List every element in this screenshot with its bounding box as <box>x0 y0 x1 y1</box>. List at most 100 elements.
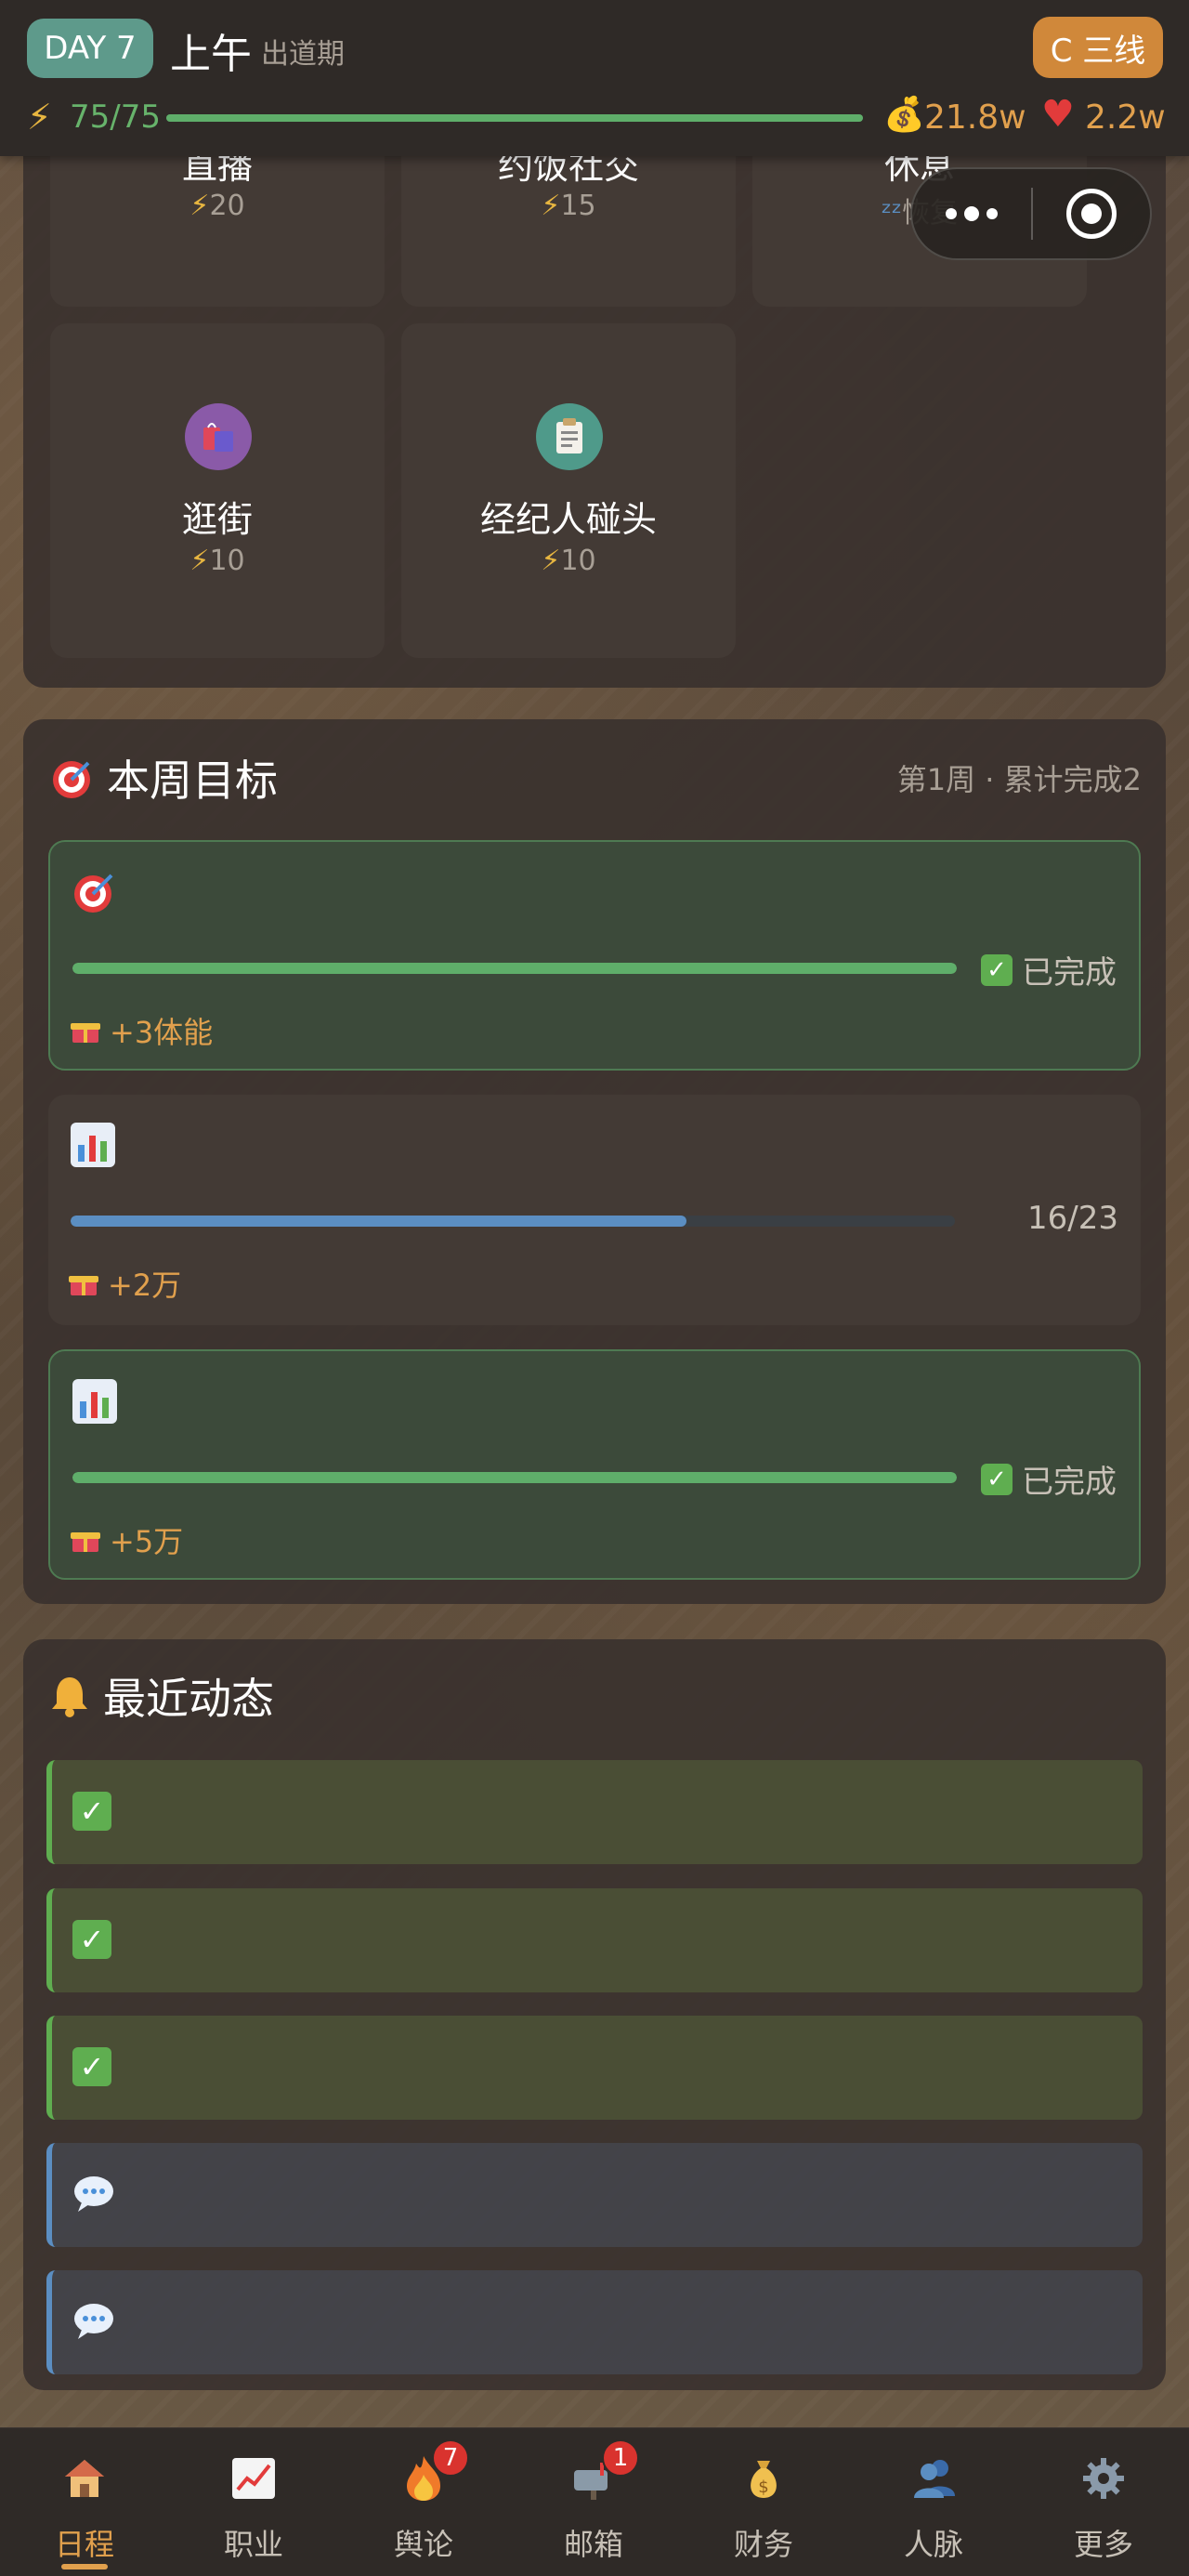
miniprogram-capsule <box>910 167 1152 260</box>
close-miniprogram-button[interactable] <box>1033 189 1150 239</box>
gear-icon <box>1076 2451 1131 2506</box>
target-circle-icon <box>1065 189 1117 239</box>
check-icon: ✓ <box>72 1792 111 1831</box>
bottom-nav: 日程 职业 7 舆论 1 邮箱 $ 财务 人脉 更多 <box>0 2427 1189 2576</box>
nav-item-schedule[interactable]: 日程 <box>0 2428 169 2576</box>
goal-progress-fill <box>72 1472 957 1483</box>
nav-label: 人脉 <box>903 2527 963 2562</box>
activity-item[interactable]: ✓ <box>46 1888 1143 1992</box>
money-bag-icon: 💰 <box>883 96 925 134</box>
recent-activity-panel: 最近动态 ✓ ✓ ✓ <box>23 1639 1166 2390</box>
nav-item-finance[interactable]: $ 财务 <box>679 2428 848 2576</box>
bar-chart-icon <box>72 1379 117 1424</box>
energy-bar <box>166 114 863 122</box>
lightning-icon: ⚡ <box>541 190 561 222</box>
fans-value: 2.2w <box>1085 99 1166 137</box>
lightning-icon: ⚡ <box>541 545 561 577</box>
money-value: 21.8w <box>924 99 1026 137</box>
target-icon <box>74 874 113 913</box>
energy-value: 75/75 <box>70 99 161 136</box>
nav-item-contacts[interactable]: 人脉 <box>849 2428 1018 2576</box>
heart-icon: ♥ <box>1041 93 1075 136</box>
goal-card[interactable]: ✓ 已完成 +3体能 <box>48 840 1141 1071</box>
goal-progress-fill <box>72 963 957 974</box>
status-header: DAY 7 上午 出道期 C 三线 ⚡ 75/75 💰 21.8w ♥ 2.2w <box>0 0 1189 156</box>
gift-icon <box>71 1023 100 1043</box>
check-icon: ✓ <box>72 2047 111 2086</box>
speech-bubble-icon <box>74 2176 113 2212</box>
goal-status: ✓ 已完成 <box>981 1456 1117 1502</box>
career-stage: 出道期 <box>261 38 345 71</box>
action-cost: ⚡15 <box>541 190 596 222</box>
house-icon <box>57 2451 112 2506</box>
check-icon: ✓ <box>72 1920 111 1959</box>
weekly-goals-panel: 本周目标 第1周 · 累计完成2 ✓ 已完成 +3体能 16/23 +2万 ✓ … <box>23 719 1166 1604</box>
target-icon <box>53 761 90 798</box>
goal-progress-bar <box>71 1216 955 1227</box>
action-card-agent-meeting[interactable]: 经纪人碰头 ⚡10 <box>401 323 736 658</box>
recent-activity-heading: 最近动态 <box>49 1665 274 1727</box>
day-badge: DAY 7 <box>27 19 153 78</box>
active-indicator <box>61 2564 108 2569</box>
stats-row: ⚡ 75/75 💰 21.8w ♥ 2.2w <box>27 93 1169 143</box>
bar-chart-icon <box>71 1123 115 1167</box>
energy-bar-fill <box>166 114 863 122</box>
lightning-icon: ⚡ <box>27 97 52 138</box>
activity-item[interactable]: ✓ <box>46 2016 1143 2120</box>
action-name: 逛街 <box>181 499 253 540</box>
people-icon <box>906 2451 961 2506</box>
nav-label: 舆论 <box>393 2527 453 2562</box>
goal-card[interactable]: 16/23 +2万 <box>48 1095 1141 1325</box>
svg-text:$: $ <box>758 2477 768 2497</box>
app-root: DAY 7 上午 出道期 C 三线 ⚡ 75/75 💰 21.8w ♥ 2.2w… <box>0 0 1189 2576</box>
notification-badge: 1 <box>602 2439 639 2477</box>
nav-label: 更多 <box>1073 2527 1133 2562</box>
nav-item-career[interactable]: 职业 <box>169 2428 338 2576</box>
nav-label: 邮箱 <box>563 2527 623 2562</box>
gift-icon <box>71 1532 100 1552</box>
action-name: 经纪人碰头 <box>479 499 657 540</box>
goal-progress-fill <box>71 1216 686 1227</box>
goal-progress-bar <box>72 963 957 974</box>
tier-badge[interactable]: C 三线 <box>1033 17 1163 78</box>
weekly-goals-meta: 第1周 · 累计完成2 <box>896 762 1142 797</box>
lightning-icon: ⚡ <box>189 190 210 222</box>
clipboard-icon <box>536 403 603 470</box>
action-cost: ⚡10 <box>189 545 245 577</box>
check-icon: ✓ <box>981 953 1013 986</box>
goal-progress-bar <box>72 1472 957 1483</box>
notification-badge: 7 <box>432 2439 469 2477</box>
goal-status: ✓ 已完成 <box>981 947 1117 992</box>
nav-label: 日程 <box>54 2527 114 2562</box>
activity-item[interactable]: ✓ <box>46 1760 1143 1864</box>
money-bag-icon: $ <box>736 2451 791 2506</box>
lightning-icon: ⚡ <box>189 545 210 577</box>
goal-status: 16/23 <box>1027 1200 1118 1237</box>
trend-chart-icon <box>226 2451 281 2506</box>
action-card-shopping[interactable]: 逛街 ⚡10 <box>50 323 385 658</box>
bell-icon <box>52 1677 87 1717</box>
activity-item[interactable] <box>46 2143 1143 2247</box>
nav-label: 职业 <box>223 2527 283 2562</box>
gift-icon <box>69 1276 98 1295</box>
goal-reward: +5万 <box>71 1518 183 1561</box>
goal-card[interactable]: ✓ 已完成 +5万 <box>48 1349 1141 1580</box>
time-period: 上午 <box>170 31 252 78</box>
weekly-goals-heading: 本周目标 <box>49 747 278 808</box>
nav-item-more[interactable]: 更多 <box>1019 2428 1188 2576</box>
activity-item[interactable] <box>46 2270 1143 2374</box>
nav-label: 财务 <box>733 2527 793 2562</box>
speech-bubble-icon <box>74 2304 113 2339</box>
goal-reward: +3体能 <box>71 1009 213 1052</box>
nav-item-opinion[interactable]: 7 舆论 <box>339 2428 508 2576</box>
action-cost: ⚡10 <box>541 545 596 577</box>
action-cost: ⚡20 <box>189 190 245 222</box>
weekly-goals-title: 本周目标 <box>107 756 278 806</box>
more-menu-button[interactable] <box>912 169 1031 258</box>
recent-activity-title: 最近动态 <box>103 1674 274 1724</box>
check-icon: ✓ <box>981 1463 1013 1495</box>
sleep-icon: ᶻᶻ <box>882 197 902 230</box>
goal-reward: +2万 <box>69 1262 181 1305</box>
shopping-bag-icon <box>185 403 252 470</box>
nav-item-mailbox[interactable]: 1 邮箱 <box>509 2428 678 2576</box>
